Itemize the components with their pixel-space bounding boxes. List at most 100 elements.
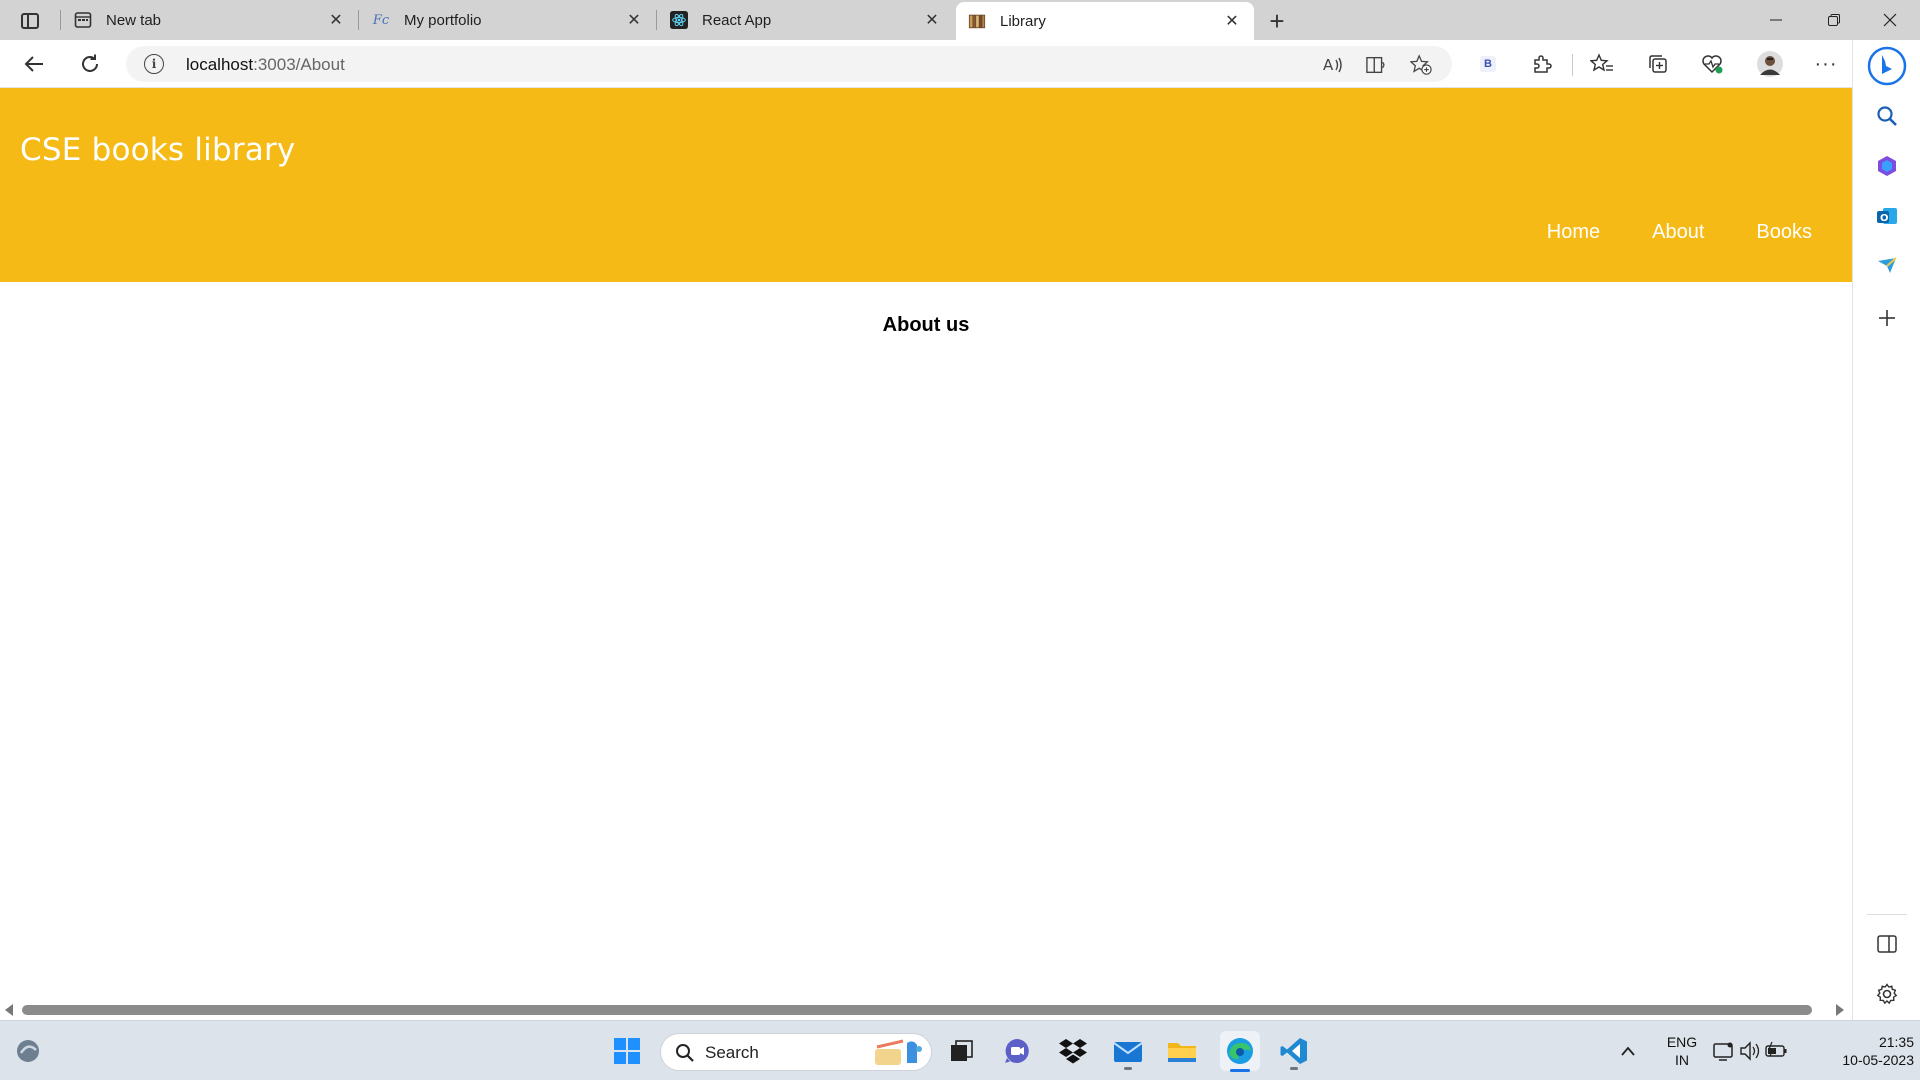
site-brand[interactable]: CSE books library (20, 132, 295, 168)
sidebar-settings-button[interactable] (1873, 980, 1901, 1008)
collections-button[interactable] (1642, 48, 1674, 80)
tab-actions-icon (21, 13, 39, 29)
system-tray-status[interactable] (1712, 1033, 1792, 1069)
new-tab-icon (74, 11, 92, 29)
refresh-button[interactable] (74, 48, 106, 80)
teams-chat-button[interactable] (999, 1033, 1035, 1069)
sidebar-shopping-button[interactable] (1873, 152, 1901, 180)
extension-b-icon: B (1480, 56, 1496, 72)
search-icon (676, 1044, 694, 1062)
nav-link-about[interactable]: About (1652, 221, 1704, 244)
horizontal-scrollbar[interactable] (0, 1000, 1852, 1020)
sidebar-drop-button[interactable] (1873, 252, 1901, 280)
sidebar-panel-icon (1877, 935, 1897, 953)
scroll-right-icon[interactable] (1836, 1004, 1844, 1016)
svg-text:A: A (1323, 56, 1334, 74)
tab-title: My portfolio (404, 11, 482, 29)
taskbar-search[interactable]: Search (660, 1033, 932, 1071)
show-hidden-icons-button[interactable] (1614, 1033, 1642, 1069)
svg-text:O: O (1880, 213, 1889, 224)
back-button[interactable] (18, 48, 50, 80)
close-tab-icon[interactable]: ✕ (1222, 11, 1242, 31)
outlook-icon: O (1877, 208, 1897, 224)
back-arrow-icon (24, 56, 43, 72)
tab-strip: New tab ✕ Fc My portfolio ✕ React App ✕ … (0, 0, 1920, 40)
chevron-up-icon (1621, 1046, 1635, 1056)
close-tab-icon[interactable]: ✕ (922, 10, 942, 30)
nav-link-books[interactable]: Books (1756, 221, 1812, 244)
task-view-button[interactable] (943, 1033, 979, 1069)
gear-icon (1876, 983, 1898, 1005)
restore-icon (1828, 14, 1840, 26)
address-bar[interactable]: i localhost:3003/About A (126, 46, 1452, 82)
sidebar-divider (1867, 914, 1907, 915)
close-tab-icon[interactable]: ✕ (624, 10, 644, 30)
close-window-button[interactable] (1862, 0, 1918, 40)
widgets-button[interactable] (10, 1033, 46, 1069)
vscode-button[interactable] (1276, 1033, 1312, 1070)
sidebar-search-button[interactable] (1873, 102, 1901, 130)
refresh-icon (82, 54, 98, 72)
bing-copilot-button[interactable] (1867, 46, 1907, 86)
sidebar-add-button[interactable] (1873, 304, 1901, 332)
edge-sidebar: O (1852, 40, 1920, 1020)
edge-icon (1227, 1038, 1253, 1064)
site-info-icon[interactable]: i (144, 54, 164, 74)
browser-essentials-button[interactable] (1696, 48, 1728, 80)
windows-icon (614, 1038, 640, 1064)
nav-link-home[interactable]: Home (1547, 221, 1600, 244)
extension-b-button[interactable]: B (1472, 48, 1504, 80)
heart-pulse-icon (1702, 55, 1723, 74)
running-indicator (1124, 1067, 1132, 1070)
toolbar-divider (1572, 54, 1573, 76)
scroll-left-icon[interactable] (5, 1004, 13, 1016)
extensions-button[interactable] (1526, 48, 1558, 80)
edge-taskbar-button[interactable] (1220, 1031, 1260, 1072)
clock-time: 21:35 (1878, 1034, 1914, 1050)
site-header: CSE books library Home About Books (0, 88, 1852, 282)
tab-title: New tab (106, 11, 162, 29)
tab-separator (656, 10, 657, 30)
file-explorer-button[interactable] (1164, 1033, 1200, 1069)
sidebar-outlook-button[interactable]: O (1873, 202, 1901, 230)
start-button[interactable] (609, 1033, 645, 1069)
clock[interactable]: 21:35 10-05-2023 (1810, 1033, 1914, 1069)
page-viewport: CSE books library Home About Books About… (0, 88, 1852, 1006)
immersive-reader-icon[interactable] (1366, 54, 1388, 76)
favorites-button[interactable] (1586, 48, 1618, 80)
bing-icon (1867, 46, 1907, 86)
taskbar-search-label: Search (705, 1043, 759, 1062)
tab-new-tab[interactable]: New tab ✕ (62, 0, 358, 40)
hide-sidebar-button[interactable] (1873, 930, 1901, 958)
weather-icon (17, 1040, 39, 1062)
add-favorite-icon[interactable] (1410, 54, 1432, 76)
collections-icon (1649, 55, 1667, 73)
profile-button[interactable] (1754, 48, 1786, 80)
avatar (1757, 51, 1783, 77)
dropbox-icon (1059, 1039, 1087, 1064)
minimize-button[interactable] (1748, 0, 1804, 40)
language-indicator[interactable]: ENG IN (1660, 1033, 1704, 1069)
portfolio-icon: Fc (372, 12, 390, 28)
tab-actions-button[interactable] (12, 8, 48, 34)
mail-button[interactable] (1110, 1033, 1146, 1070)
plus-icon (1879, 310, 1895, 326)
settings-more-button[interactable]: ··· (1810, 48, 1842, 80)
tab-title: React App (702, 11, 772, 29)
url-path: :3003/About (253, 55, 345, 74)
vscode-icon (1280, 1038, 1307, 1064)
restore-button[interactable] (1806, 0, 1862, 40)
scrollbar-thumb[interactable] (22, 1005, 1812, 1015)
close-tab-icon[interactable]: ✕ (326, 10, 346, 30)
drop-icon (1878, 257, 1897, 273)
taskbar: Search ENG IN 21:35 10-05-2023 (0, 1020, 1920, 1080)
chat-icon (1005, 1039, 1029, 1063)
tab-library[interactable]: Library ✕ (956, 2, 1254, 40)
read-aloud-icon[interactable]: A (1322, 54, 1344, 76)
page-title: About us (882, 314, 970, 336)
new-tab-button[interactable]: + (1262, 6, 1292, 36)
react-icon (670, 11, 688, 29)
tab-my-portfolio[interactable]: Fc My portfolio ✕ (360, 0, 656, 40)
dropbox-button[interactable] (1055, 1033, 1091, 1069)
tab-react-app[interactable]: React App ✕ (658, 0, 954, 40)
